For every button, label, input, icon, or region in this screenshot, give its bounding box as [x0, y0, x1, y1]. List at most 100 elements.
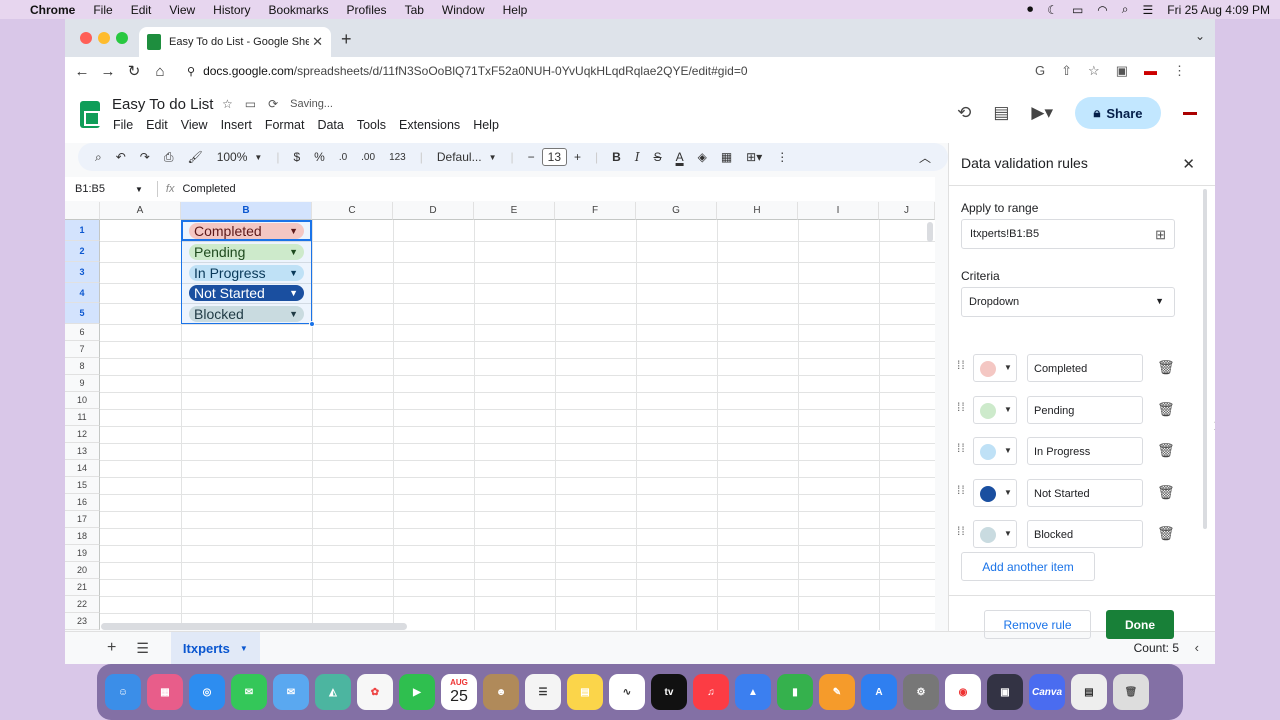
- dropdown-chip[interactable]: Blocked ▼: [189, 306, 304, 322]
- criteria-chevron-icon[interactable]: ▼: [1155, 296, 1164, 306]
- dropdown-chip[interactable]: In Progress ▼: [189, 265, 304, 281]
- comments-icon[interactable]: ▤: [993, 103, 1009, 123]
- side-panel-icon[interactable]: ▣: [1116, 63, 1128, 79]
- chip-chevron-down-icon[interactable]: ▼: [289, 306, 298, 322]
- address-bar[interactable]: ⚲ docs.google.com/spreadsheets/d/11fN3So…: [187, 59, 1029, 83]
- row-header-17[interactable]: 17: [65, 511, 100, 528]
- color-picker[interactable]: ▼: [973, 520, 1017, 548]
- row-header-3[interactable]: 3: [65, 262, 100, 283]
- menu-data[interactable]: Data: [317, 118, 343, 132]
- column-header-i[interactable]: I: [798, 202, 879, 220]
- delete-item-trash-icon[interactable]: 🗑︎: [1157, 525, 1175, 542]
- share-page-icon[interactable]: ⇧: [1061, 63, 1072, 79]
- freeform-icon[interactable]: ∿: [609, 674, 645, 710]
- column-header-h[interactable]: H: [717, 202, 798, 220]
- wifi-icon[interactable]: ◠: [1097, 3, 1107, 17]
- pages-icon[interactable]: ✎: [819, 674, 855, 710]
- drag-handle-icon[interactable]: ⁞⁞: [957, 525, 966, 537]
- percent-format-button[interactable]: %: [307, 150, 332, 164]
- notes-icon[interactable]: ▤: [567, 674, 603, 710]
- menu-file[interactable]: File: [113, 118, 133, 132]
- font-chevron-icon[interactable]: ▼: [489, 153, 504, 162]
- row-header-9[interactable]: 9: [65, 375, 100, 392]
- row-header-16[interactable]: 16: [65, 494, 100, 511]
- browser-menu-icon[interactable]: ⋮: [1173, 63, 1186, 79]
- close-tab-icon[interactable]: ✕: [312, 34, 323, 50]
- app-store-icon[interactable]: A: [861, 674, 897, 710]
- text-color-icon[interactable]: A: [669, 150, 691, 164]
- dropdown-chip[interactable]: Pending ▼: [189, 244, 304, 260]
- mac-menu-file[interactable]: File: [93, 3, 112, 17]
- column-header-a[interactable]: A: [100, 202, 181, 220]
- profile-icon[interactable]: ▬: [1144, 63, 1157, 79]
- row-header-19[interactable]: 19: [65, 545, 100, 562]
- version-history-icon[interactable]: ⟲: [957, 103, 971, 123]
- font-size-increase-icon[interactable]: +: [567, 150, 588, 164]
- launchpad-icon[interactable]: ▦: [147, 674, 183, 710]
- row-header-22[interactable]: 22: [65, 596, 100, 613]
- column-header-f[interactable]: F: [555, 202, 636, 220]
- delete-item-trash-icon[interactable]: 🗑︎: [1157, 484, 1175, 501]
- row-header-1[interactable]: 1: [65, 220, 100, 241]
- more-options-icon[interactable]: ⋮: [769, 150, 795, 164]
- chip-chevron-down-icon[interactable]: ▼: [289, 285, 298, 301]
- system-settings-icon[interactable]: ⚙: [903, 674, 939, 710]
- mac-menu-history[interactable]: History: [213, 3, 250, 17]
- font-select[interactable]: Defaul...: [430, 150, 489, 164]
- drag-handle-icon[interactable]: ⁞⁞: [957, 442, 966, 454]
- document-title[interactable]: Easy To do List: [112, 96, 213, 113]
- account-avatar[interactable]: [1183, 111, 1197, 115]
- downloads-folder-icon[interactable]: ▤: [1071, 674, 1107, 710]
- delete-item-trash-icon[interactable]: 🗑︎: [1157, 442, 1175, 459]
- delete-item-trash-icon[interactable]: 🗑︎: [1157, 359, 1175, 376]
- more-formats-button[interactable]: 123: [382, 152, 413, 163]
- music-icon[interactable]: ♫: [693, 674, 729, 710]
- dropdown-chip[interactable]: Not Started ▼: [189, 285, 304, 301]
- move-folder-icon[interactable]: ▭: [245, 97, 256, 111]
- fill-handle[interactable]: [309, 321, 315, 327]
- bookmark-star-icon[interactable]: ☆: [1088, 63, 1100, 79]
- close-window-button[interactable]: [80, 32, 92, 44]
- chip-chevron-down-icon[interactable]: ▼: [289, 223, 298, 239]
- menu-extensions[interactable]: Extensions: [399, 118, 460, 132]
- decrease-decimal-button[interactable]: .0: [332, 152, 354, 163]
- increase-decimal-button[interactable]: .00: [354, 152, 382, 163]
- color-picker[interactable]: ▼: [973, 437, 1017, 465]
- column-header-d[interactable]: D: [393, 202, 474, 220]
- search-menus-icon[interactable]: ⌕: [88, 150, 109, 165]
- range-input[interactable]: Itxperts!B1:B5 ⊞: [961, 219, 1175, 249]
- menu-edit[interactable]: Edit: [146, 118, 168, 132]
- merge-cells-icon[interactable]: ⊞▾: [739, 150, 769, 164]
- messages-icon[interactable]: ✉: [231, 674, 267, 710]
- add-sheet-icon[interactable]: +: [107, 639, 116, 657]
- contacts-icon[interactable]: ☻: [483, 674, 519, 710]
- row-header-8[interactable]: 8: [65, 358, 100, 375]
- chip-chevron-down-icon[interactable]: ▼: [289, 265, 298, 281]
- drag-handle-icon[interactable]: ⁞⁞: [957, 401, 966, 413]
- menu-help[interactable]: Help: [473, 118, 499, 132]
- add-another-item-button[interactable]: Add another item: [961, 552, 1095, 581]
- done-button[interactable]: Done: [1106, 610, 1174, 639]
- focus-moon-icon[interactable]: ☾: [1047, 3, 1058, 17]
- row-header-14[interactable]: 14: [65, 460, 100, 477]
- photos-icon[interactable]: ✿: [357, 674, 393, 710]
- mac-menu-help[interactable]: Help: [503, 3, 528, 17]
- sheets-logo-icon[interactable]: [80, 101, 100, 128]
- zoom-window-button[interactable]: [116, 32, 128, 44]
- selection-count[interactable]: Count: 5: [1134, 641, 1179, 655]
- preview-icon[interactable]: ▣: [987, 674, 1023, 710]
- battery-icon[interactable]: ▭: [1072, 3, 1083, 17]
- canva-icon[interactable]: Canva: [1029, 674, 1065, 710]
- fill-color-icon[interactable]: ◈: [691, 150, 714, 164]
- criteria-select[interactable]: Dropdown ▼: [961, 287, 1175, 317]
- drag-handle-icon[interactable]: ⁞⁞: [957, 359, 966, 371]
- keynote-icon[interactable]: ▲: [735, 674, 771, 710]
- color-picker[interactable]: ▼: [973, 396, 1017, 424]
- collapse-toolbar-icon[interactable]: ︿: [912, 149, 938, 166]
- select-all-corner[interactable]: [65, 202, 100, 220]
- strikethrough-icon[interactable]: S: [647, 150, 669, 164]
- row-header-7[interactable]: 7: [65, 341, 100, 358]
- menu-insert[interactable]: Insert: [221, 118, 252, 132]
- menu-view[interactable]: View: [181, 118, 208, 132]
- maps-icon[interactable]: ◭: [315, 674, 351, 710]
